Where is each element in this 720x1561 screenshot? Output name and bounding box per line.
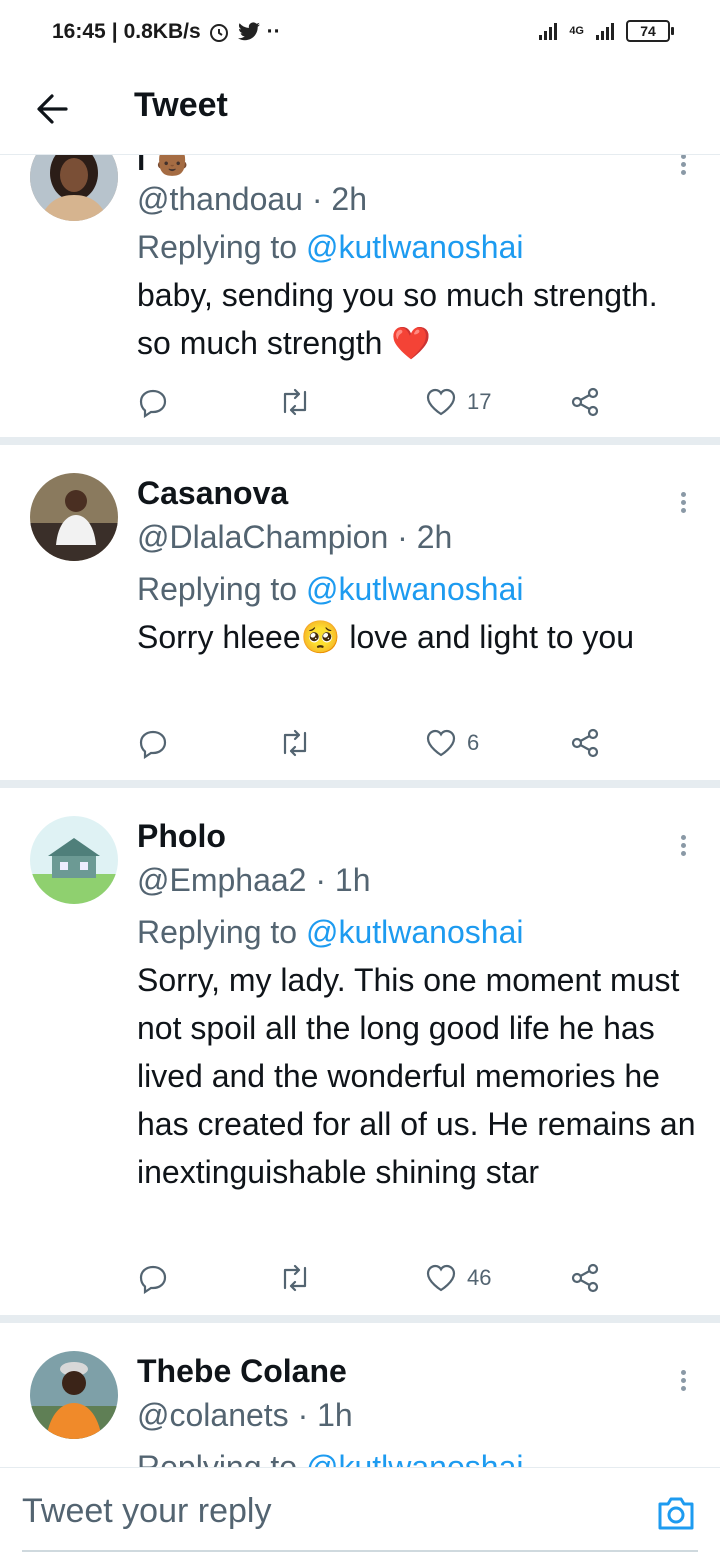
like-button[interactable]: 46 xyxy=(425,1258,491,1298)
avatar[interactable] xyxy=(30,155,118,221)
replying-to: Replying to @kutlwanoshai xyxy=(137,1449,523,1467)
retweet-icon xyxy=(283,1264,307,1292)
avatar[interactable] xyxy=(30,1351,118,1439)
share-icon xyxy=(571,1263,599,1293)
mention-link[interactable]: @kutlwanoshai xyxy=(306,571,523,607)
tweet-item[interactable]: ı 👶🏾 @thandoau · 2h Replying to @kutlwan… xyxy=(0,155,720,440)
emoji: 👶🏾 xyxy=(153,155,192,177)
handle-time: @Emphaa2 · 1h xyxy=(137,862,371,898)
more-options-button[interactable] xyxy=(672,832,694,862)
input-underline xyxy=(22,1550,698,1552)
avatar-image xyxy=(30,155,118,221)
share-icon xyxy=(571,728,599,758)
retweet-button[interactable] xyxy=(277,382,313,422)
like-count: 17 xyxy=(467,389,492,414)
signal-icon xyxy=(539,22,558,40)
tweet-item[interactable]: Casanova @DlalaChampion · 2h Replying to… xyxy=(0,445,720,780)
camera-icon xyxy=(658,1497,694,1530)
reply-input[interactable]: Tweet your reply xyxy=(22,1492,271,1531)
camera-button[interactable] xyxy=(654,1494,698,1534)
like-button[interactable]: 17 xyxy=(425,382,491,422)
back-button[interactable] xyxy=(28,84,78,134)
handle-time: @DlalaChampion · 2h xyxy=(137,519,453,555)
tweet-text: Sorry, my lady. This one moment must not… xyxy=(137,962,696,1190)
heart-icon xyxy=(426,729,456,757)
display-name: Pholo xyxy=(137,818,226,854)
alarm-icon xyxy=(209,24,228,42)
replying-to: Replying to @kutlwanoshai xyxy=(137,914,524,950)
share-icon xyxy=(571,387,599,417)
tweet-item[interactable]: Thebe Colane @colanets · 1h Replying to … xyxy=(0,1323,720,1467)
heart-icon xyxy=(426,388,456,416)
reply-button[interactable] xyxy=(137,723,169,763)
mention-link[interactable]: @kutlwanoshai xyxy=(306,229,523,265)
like-count: 6 xyxy=(467,730,480,755)
more-options-button[interactable] xyxy=(672,489,694,519)
tweet-actions: 17 xyxy=(137,382,617,422)
tweet-divider xyxy=(0,780,720,788)
reply-composer: Tweet your reply xyxy=(0,1467,720,1561)
share-button[interactable] xyxy=(569,382,601,422)
arrow-left-icon xyxy=(37,94,68,124)
more-notifications-icon: ·· xyxy=(266,20,281,43)
signal-icon-2 xyxy=(596,22,614,40)
tweet-text: baby, sending you so much strength. so m… xyxy=(137,277,658,361)
mention-link[interactable]: @kutlwanoshai xyxy=(306,914,523,950)
tweet-divider xyxy=(0,1315,720,1323)
display-name-partial: ı 👶🏾 xyxy=(137,155,191,178)
comment-icon xyxy=(139,1265,167,1294)
avatar-image xyxy=(30,1351,118,1439)
avatar[interactable] xyxy=(30,473,118,561)
network-type: 4G xyxy=(569,25,584,37)
retweet-button[interactable] xyxy=(277,723,313,763)
handle-time: @thandoau · 2h xyxy=(137,181,367,217)
reply-feed[interactable]: ı 👶🏾 @thandoau · 2h Replying to @kutlwan… xyxy=(0,155,720,1467)
comment-icon xyxy=(139,730,167,759)
tweet-actions: 6 xyxy=(137,723,617,763)
battery-icon: 74 xyxy=(626,20,674,42)
display-name: Thebe Colane xyxy=(137,1353,347,1389)
avatar[interactable] xyxy=(30,816,118,904)
avatar-image xyxy=(30,473,118,561)
replying-to: Replying to @kutlwanoshai xyxy=(137,571,524,607)
status-bar: 16:45 | 0.8KB/s ·· 4G 74 xyxy=(0,0,720,66)
share-button[interactable] xyxy=(569,723,601,763)
like-count: 46 xyxy=(467,1265,492,1290)
top-app-bar: Tweet xyxy=(0,66,720,155)
tweet-actions: 46 xyxy=(137,1258,617,1298)
reply-button[interactable] xyxy=(137,1258,169,1298)
avatar-image xyxy=(30,816,118,904)
mention-link[interactable]: @kutlwanoshai xyxy=(306,1449,523,1467)
status-speed: 0.8KB/s xyxy=(123,20,201,43)
comment-icon xyxy=(139,389,167,418)
handle-time: @colanets · 1h xyxy=(137,1397,353,1433)
more-options-button[interactable] xyxy=(672,1367,694,1397)
page-title: Tweet xyxy=(134,86,228,124)
status-time: 16:45 xyxy=(52,20,106,43)
twitter-bird-icon xyxy=(237,22,260,41)
tweet-item[interactable]: Pholo @Emphaa2 · 1h Replying to @kutlwan… xyxy=(0,788,720,1315)
replying-to: Replying to @kutlwanoshai xyxy=(137,229,524,265)
reply-button[interactable] xyxy=(137,382,169,422)
retweet-icon xyxy=(283,388,307,416)
share-button[interactable] xyxy=(569,1258,601,1298)
heart-icon xyxy=(426,1264,456,1292)
like-button[interactable]: 6 xyxy=(425,723,479,763)
tweet-text: Sorry hleee🥺 love and light to you xyxy=(137,619,635,655)
more-options-button[interactable] xyxy=(672,155,694,181)
tweet-divider xyxy=(0,437,720,445)
retweet-icon xyxy=(283,729,307,757)
retweet-button[interactable] xyxy=(277,1258,313,1298)
display-name: Casanova xyxy=(137,475,289,511)
